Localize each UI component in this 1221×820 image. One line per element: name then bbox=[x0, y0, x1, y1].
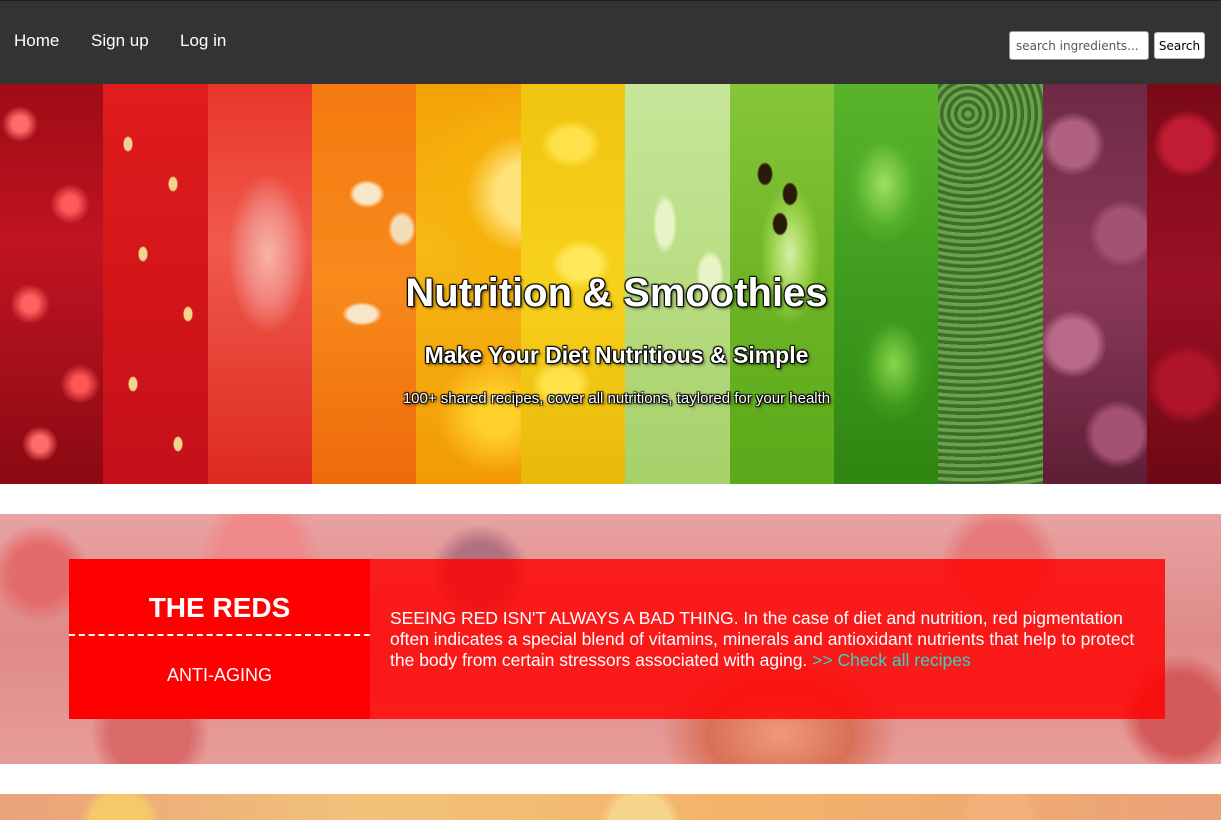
reds-description-text: SEEING RED ISN'T ALWAYS A BAD THING. In … bbox=[390, 608, 1135, 670]
reds-tag: ANTI-AGING bbox=[166, 665, 272, 685]
top-navbar: Home Sign up Log in Search bbox=[0, 0, 1221, 84]
hero-tagline: 100+ shared recipes, cover all nutrition… bbox=[402, 390, 831, 407]
hero-title: Nutrition & Smoothies bbox=[405, 271, 828, 315]
hero-subtitle: Make Your Diet Nutritious & Simple bbox=[424, 342, 809, 368]
search-input[interactable] bbox=[1009, 31, 1149, 60]
reds-section: THE REDS ANTI-AGING SEEING RED ISN'T ALW… bbox=[0, 514, 1221, 764]
next-color-section bbox=[0, 794, 1221, 820]
nav-login-link[interactable]: Log in bbox=[180, 31, 226, 51]
check-all-recipes-link[interactable]: >> Check all recipes bbox=[812, 650, 971, 670]
hero-banner: Nutrition & Smoothies Make Your Diet Nut… bbox=[0, 84, 1221, 484]
nav-signup-link[interactable]: Sign up bbox=[91, 31, 149, 51]
reds-label-panel: THE REDS ANTI-AGING bbox=[69, 559, 370, 719]
nav-home-link[interactable]: Home bbox=[14, 31, 59, 51]
reds-title: THE REDS bbox=[148, 592, 291, 623]
reds-description: SEEING RED ISN'T ALWAYS A BAD THING. In … bbox=[390, 608, 1150, 671]
reds-card: THE REDS ANTI-AGING SEEING RED ISN'T ALW… bbox=[69, 559, 1165, 719]
dashed-divider bbox=[69, 634, 370, 636]
search-button[interactable]: Search bbox=[1154, 32, 1205, 59]
